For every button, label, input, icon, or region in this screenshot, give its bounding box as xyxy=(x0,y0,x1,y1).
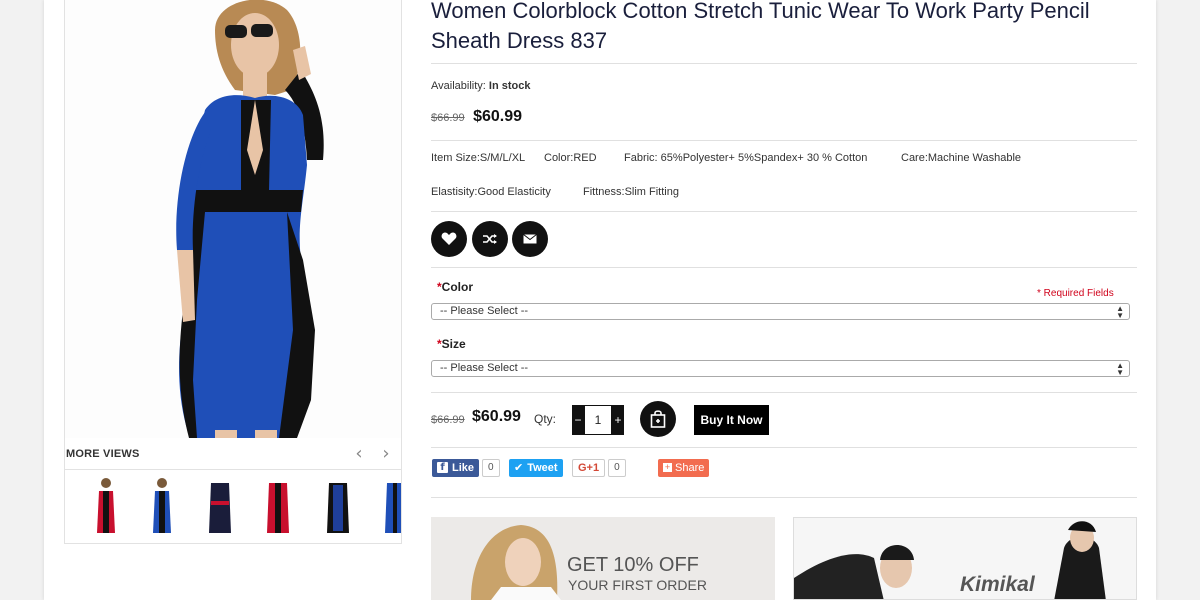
brand-banner-image: Kimikal xyxy=(794,518,1136,599)
select-arrows-icon: ▲ ▼ xyxy=(1116,361,1124,377)
share-label: Share xyxy=(675,461,705,474)
qty-plus-button[interactable]: + xyxy=(612,405,624,435)
purchase-old-price: $66.99 xyxy=(431,414,465,426)
color-option-label: *Color xyxy=(437,280,473,294)
thumbnail-blue-dress[interactable] xyxy=(141,477,183,537)
availability-value: In stock xyxy=(488,80,531,92)
shuffle-icon xyxy=(483,234,497,244)
qty-input[interactable]: 1 xyxy=(584,405,612,435)
more-views-bar: MORE VIEWS ‹ › xyxy=(65,438,401,470)
thumbnail-strip xyxy=(65,471,401,543)
brand-logo: Kimikal xyxy=(960,573,1036,596)
more-views-label: MORE VIEWS xyxy=(66,448,140,460)
heart-icon xyxy=(441,232,457,245)
product-gallery: MORE VIEWS ‹ › xyxy=(64,0,402,544)
like-label: Like xyxy=(452,461,475,474)
email-button[interactable] xyxy=(512,221,548,257)
share: + Share xyxy=(658,458,710,477)
envelope-icon xyxy=(523,234,537,244)
qty-label: Qty: xyxy=(534,412,557,426)
thumbnail-red-dress-2[interactable] xyxy=(257,477,299,537)
promo-line-1: GET 10% OFF xyxy=(567,554,699,576)
thumbnail-blue-dress-2[interactable] xyxy=(379,477,401,537)
tweet-label: Tweet xyxy=(527,461,558,474)
required-fields-note: * Required Fields xyxy=(1037,288,1114,299)
size-select-value: -- Please Select -- xyxy=(440,362,529,374)
size-label-text: Size xyxy=(441,337,466,351)
attr-fabric: Fabric: 65%Polyester+ 5%Spandex+ 30 % Co… xyxy=(624,152,868,164)
prev-arrow-icon[interactable]: ‹ xyxy=(350,444,368,464)
divider xyxy=(431,63,1137,64)
attr-elasticity: Elastisity:Good Elasticity xyxy=(431,186,551,198)
promo-banner-image: GET 10% OFF YOUR FIRST ORDER xyxy=(431,517,775,600)
color-select-value: -- Please Select -- xyxy=(440,305,529,317)
facebook-like: f Like 0 xyxy=(432,458,500,477)
old-price: $66.99 xyxy=(431,112,465,124)
attr-fitness: Fittness:Slim Fitting xyxy=(583,186,679,198)
divider xyxy=(431,267,1137,268)
color-select[interactable]: -- Please Select -- ▲ ▼ xyxy=(431,303,1130,320)
facebook-icon: f xyxy=(437,462,448,473)
compare-button[interactable] xyxy=(472,221,508,257)
product-page: MORE VIEWS ‹ › Women Colorblock Cotton S… xyxy=(44,0,1156,600)
divider xyxy=(431,447,1137,448)
attr-color: Color:RED xyxy=(544,152,597,164)
next-arrow-icon[interactable]: › xyxy=(377,444,395,464)
thumbnail-navy-dress-2[interactable] xyxy=(317,477,359,537)
google-plus: G+1 0 xyxy=(572,458,626,477)
divider xyxy=(431,497,1137,498)
attr-care: Care:Machine Washable xyxy=(901,152,1022,164)
price-row: $66.99 $60.99 xyxy=(431,108,522,126)
tweet: ✔ Tweet xyxy=(509,458,563,477)
add-to-cart-button[interactable] xyxy=(640,401,676,437)
purchase-row: $66.99 $60.99 Qty: − 1 + Buy It Now xyxy=(431,401,1137,437)
select-arrows-icon: ▲ ▼ xyxy=(1116,304,1124,320)
qty-minus-button[interactable]: − xyxy=(572,405,584,435)
gplus-count: 0 xyxy=(608,458,626,477)
google-plus-button[interactable]: G+1 xyxy=(572,458,606,477)
facebook-like-button[interactable]: f Like xyxy=(432,458,480,477)
twitter-icon: ✔ xyxy=(514,461,524,474)
thumbnail-navy-dress[interactable] xyxy=(199,477,241,537)
color-label-text: Color xyxy=(441,280,474,294)
attr-item-size: Item Size:S/M/L/XL xyxy=(431,152,526,164)
promo-banner[interactable]: GET 10% OFF YOUR FIRST ORDER xyxy=(431,517,775,600)
divider xyxy=(431,392,1137,393)
availability-label: Availability: xyxy=(431,80,486,92)
wishlist-button[interactable] xyxy=(431,221,467,257)
purchase-price: $60.99 xyxy=(472,408,521,425)
thumbnail-red-dress[interactable] xyxy=(85,477,127,537)
quantity-stepper: − 1 + xyxy=(572,405,624,435)
size-select[interactable]: -- Please Select -- ▲ ▼ xyxy=(431,360,1130,377)
product-title: Women Colorblock Cotton Stretch Tunic We… xyxy=(431,0,1090,53)
brand-banner[interactable]: Kimikal xyxy=(793,517,1137,600)
tweet-button[interactable]: ✔ Tweet xyxy=(509,458,563,477)
shopping-bag-icon xyxy=(650,410,666,428)
main-product-image[interactable] xyxy=(65,0,401,438)
plus-icon: + xyxy=(663,462,672,472)
promo-line-2: YOUR FIRST ORDER xyxy=(568,577,707,593)
share-button[interactable]: + Share xyxy=(658,458,710,477)
buy-it-now-button[interactable]: Buy It Now xyxy=(694,405,769,435)
like-count: 0 xyxy=(482,458,500,477)
availability: Availability: In stock xyxy=(431,80,530,92)
divider xyxy=(431,211,1137,212)
size-option-label: *Size xyxy=(437,337,466,351)
dress-model-illustration xyxy=(65,0,401,438)
current-price: $60.99 xyxy=(473,108,523,125)
divider xyxy=(431,140,1137,141)
